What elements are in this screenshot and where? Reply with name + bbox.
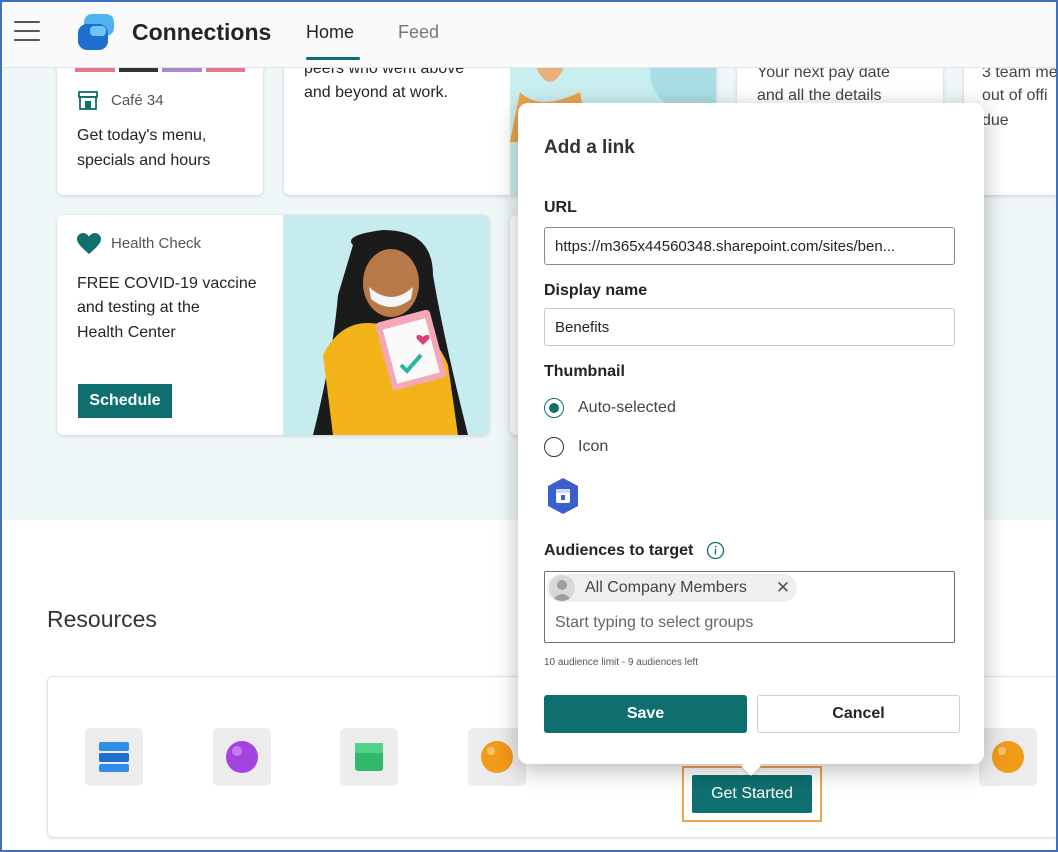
tab-home-active-indicator (306, 57, 360, 60)
ooo-card-text-line2: out of offi (982, 87, 1048, 104)
thumbnail-icon-radio[interactable]: Icon (544, 435, 644, 459)
tab-feed[interactable]: Feed (398, 22, 439, 43)
url-input[interactable] (544, 227, 955, 265)
recognition-card-text-line2: and beyond at work. (304, 84, 449, 101)
audiences-label: Audiences to target (544, 542, 694, 559)
audience-chip: All Company Members ✕ (547, 574, 797, 602)
close-icon[interactable]: ✕ (773, 578, 793, 598)
radio-unchecked-icon (544, 437, 564, 457)
resource-tile[interactable] (340, 728, 398, 786)
resource-tile[interactable] (85, 728, 143, 786)
cafe-card[interactable]: Café 34 Get today's menu, specials and h… (57, 52, 263, 195)
app-title: Connections (132, 19, 272, 45)
radio-label: Icon (578, 438, 609, 455)
audience-search-placeholder[interactable]: Start typing to select groups (555, 614, 753, 632)
dialog-title: Add a link (544, 137, 635, 158)
thumbnail-label: Thumbnail (544, 363, 625, 380)
hamburger-menu-icon[interactable] (14, 21, 40, 43)
radio-label: Auto-selected (578, 399, 676, 416)
health-card-label: Health Check (111, 235, 202, 252)
ooo-card-text-line3: due (982, 112, 1009, 129)
storefront-icon (78, 91, 98, 110)
schedule-button[interactable]: Schedule (78, 384, 172, 418)
audience-limit-hint: 10 audience limit - 9 audiences left (544, 657, 698, 668)
url-label: URL (544, 199, 577, 216)
info-icon[interactable] (706, 541, 725, 560)
get-started-button[interactable]: Get Started (692, 775, 812, 813)
display-name-input[interactable] (544, 308, 955, 346)
health-card-text-line2: and testing at the (77, 299, 200, 316)
audience-picker[interactable]: All Company Members ✕ Start typing to se… (544, 571, 955, 643)
cancel-button[interactable]: Cancel (757, 695, 960, 733)
resource-tile[interactable] (979, 728, 1037, 786)
cafe-card-text-line2: specials and hours (77, 152, 211, 169)
group-avatar-icon (549, 575, 575, 601)
health-illustration (283, 215, 489, 435)
add-link-dialog: Add a link URL Display name Thumbnail Au… (518, 103, 984, 764)
heart-icon (77, 233, 101, 254)
resource-tile[interactable] (213, 728, 271, 786)
display-name-label: Display name (544, 282, 648, 299)
connections-logo-icon (78, 14, 114, 50)
thumbnail-auto-selected-radio[interactable]: Auto-selected (544, 396, 704, 420)
app-header: Connections Home Feed (2, 2, 1056, 68)
purple-orb-icon (226, 741, 258, 773)
app-window: Connections Home Feed Café 34 Get today'… (0, 0, 1058, 852)
save-button[interactable]: Save (544, 695, 747, 733)
resources-title: Resources (47, 606, 157, 632)
tab-home[interactable]: Home (306, 22, 354, 43)
cafe-card-label: Café 34 (111, 92, 164, 109)
green-cube-icon (355, 743, 383, 771)
cafe-card-text-line1: Get today's menu, (77, 127, 207, 144)
server-stack-icon (99, 742, 129, 772)
health-card-text-line1: FREE COVID-19 vaccine (77, 275, 257, 292)
audience-chip-label: All Company Members (585, 579, 747, 596)
health-card-text-line3: Health Center (77, 324, 176, 341)
radio-checked-icon (544, 398, 564, 418)
orange-orb-icon (992, 741, 1024, 773)
orange-orb-icon (481, 741, 513, 773)
benefits-thumbnail-icon (548, 478, 578, 514)
